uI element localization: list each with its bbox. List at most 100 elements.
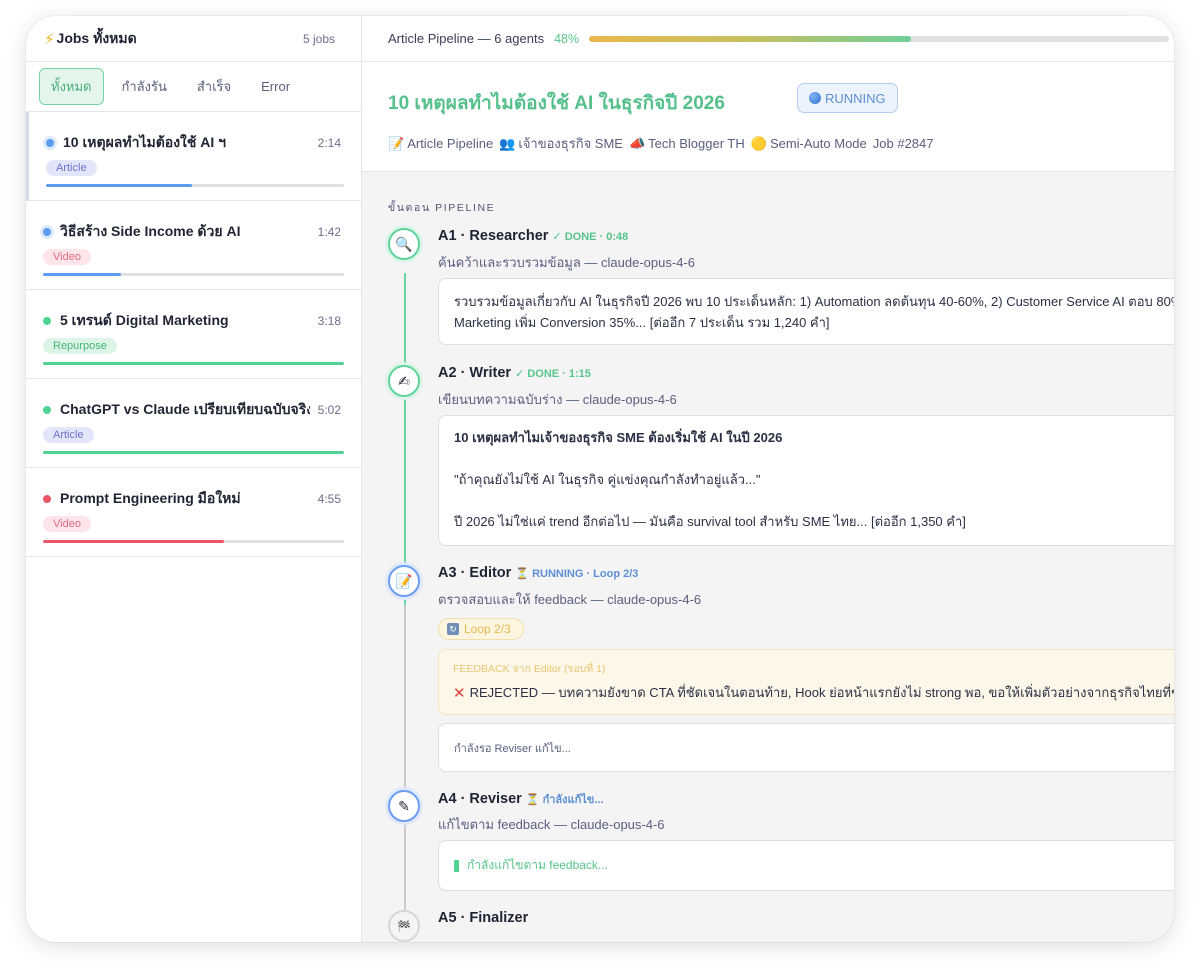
- job-item[interactable]: Prompt Engineering มือใหม่ 4:55 Video: [26, 468, 361, 557]
- waiting-card: กำลังรอ Reviser แก้ไข...: [438, 723, 1174, 772]
- job-item[interactable]: 10 เหตุผลทำไมต้องใช้ AI ฯ 2:14 Article: [26, 112, 361, 201]
- filter-tab-all[interactable]: ทั้งหมด: [39, 68, 104, 105]
- pipeline-topbar: Article Pipeline — 6 agents 48%: [362, 16, 1174, 62]
- job-progress-fill: [43, 273, 122, 276]
- step-description: ตรวจสอบและให้ feedback — claude-opus-4-6: [438, 592, 702, 607]
- job-progress: [43, 362, 344, 365]
- filter-tab-running[interactable]: กำลังรัน: [110, 68, 179, 105]
- step-status: ⏳ RUNNING · Loop 2/3: [515, 568, 639, 580]
- step-description: เขียนบทความฉบับร่าง — claude-opus-4-6: [438, 392, 677, 407]
- checkered-flag-icon: 🏁: [388, 910, 420, 942]
- pipeline-progress: [589, 35, 1170, 42]
- output-line: รวบรวมข้อมูลเกี่ยวกับ AI ในธุรกิจปี 2026…: [454, 294, 1174, 309]
- draft-body: ปี 2026 ไม่ใช่แค่ trend อีกต่อไป — มันคื…: [454, 514, 966, 529]
- timeline-line-done: [404, 273, 406, 605]
- pencil-icon: ✎: [388, 790, 420, 822]
- pipeline-progress-fill: [589, 35, 912, 42]
- megaphone-icon: 📣: [628, 135, 646, 151]
- sidebar-header: ⚡ Jobs ทั้งหมด 5 jobs: [26, 16, 361, 62]
- editing-icon: 📝: [388, 565, 420, 597]
- lightning-icon: ⚡: [44, 30, 55, 48]
- job-type-badge: Video: [43, 516, 91, 532]
- step-description: แก้ไขตาม feedback — claude-opus-4-6: [438, 817, 665, 832]
- memo-icon: 📝: [388, 135, 405, 151]
- job-time: 2:14: [317, 136, 341, 150]
- pipeline-name: Article Pipeline — 6 agents: [388, 31, 545, 46]
- running-dot-icon: [809, 92, 821, 104]
- job-time: 5:02: [317, 403, 341, 417]
- status-text: RUNNING: [825, 90, 886, 106]
- job-heading: 10 เหตุผลทำไมต้องใช้ AI ในธุรกิจปี 2026: [388, 93, 725, 114]
- job-header: 10 เหตุผลทำไมต้องใช้ AI ในธุรกิจปี 2026 …: [362, 62, 1174, 172]
- job-title: Prompt Engineering มือใหม่: [60, 490, 241, 506]
- feedback-card: FEEDBACK จาก Editor (รอบที่ 1) ✕ REJECTE…: [438, 649, 1174, 715]
- step-output-card: รวบรวมข้อมูลเกี่ยวกับ AI ในธุรกิจปี 2026…: [438, 278, 1174, 345]
- writing-hand-icon: ✍: [388, 365, 420, 397]
- job-title: 10 เหตุผลทำไมต้องใช้ AI ฯ: [63, 134, 227, 150]
- job-progress-fill: [43, 540, 224, 543]
- job-type-badge: Article: [46, 160, 97, 176]
- running-status-dot: [46, 139, 54, 147]
- jobs-sidebar: ⚡ Jobs ทั้งหมด 5 jobs ทั้งหมด กำลังรัน ส…: [26, 16, 362, 942]
- step-name: A3 · Editor: [438, 565, 512, 581]
- draft-hook: "ถ้าคุณยังไม่ใช้ AI ในธุรกิจ คู่แข่งคุณก…: [454, 472, 761, 487]
- timeline-line-pending: [404, 605, 406, 935]
- meta-pipeline-text: Article Pipeline: [407, 136, 494, 151]
- people-icon: 👥: [499, 135, 516, 151]
- sidebar-title: ⚡ Jobs ทั้งหมด: [44, 28, 137, 50]
- step-name: A2 · Writer: [438, 365, 512, 381]
- job-type-badge: Article: [43, 427, 94, 443]
- cursor-icon: [454, 859, 459, 872]
- app-window: ⚡ Jobs ทั้งหมด 5 jobs ทั้งหมด กำลังรัน ส…: [26, 16, 1174, 942]
- feedback-text: REJECTED — บทความยังขาด CTA ที่ชัดเจนในต…: [469, 685, 1174, 700]
- job-progress: [43, 540, 344, 543]
- step-description: ค้นคว้าและรวบรวมข้อมูล — claude-opus-4-6: [438, 255, 695, 270]
- job-progress-fill: [43, 451, 344, 454]
- job-time: 4:55: [317, 492, 341, 506]
- magnifier-icon: 🔍: [388, 228, 420, 260]
- draft-output-card: 10 เหตุผลทำไมเจ้าของธุรกิจ SME ต้องเริ่ม…: [438, 415, 1174, 546]
- meta-persona-text: Tech Blogger TH: [648, 136, 745, 151]
- step-status: ✓ DONE · 0:48: [552, 231, 629, 243]
- refresh-icon: ↻: [447, 623, 459, 635]
- job-progress-fill: [43, 362, 344, 365]
- sidebar-title-text: Jobs ทั้งหมด: [56, 29, 137, 46]
- working-text: กำลังแก้ไขตาม feedback...: [467, 858, 608, 872]
- loop-label: Loop 2/3: [464, 622, 511, 636]
- job-item[interactable]: 5 เทรนด์ Digital Marketing 3:18 Repurpos…: [26, 290, 361, 379]
- output-line: Marketing เพิ่ม Conversion 35%... [ต่ออี…: [454, 315, 830, 330]
- meta-persona: 📣 Tech Blogger TH: [629, 133, 745, 154]
- step-name: A5 · Finalizer: [438, 910, 529, 926]
- job-title: 5 เทรนด์ Digital Marketing: [60, 312, 229, 328]
- step-name: A4 · Reviser: [438, 791, 522, 807]
- error-status-dot: [43, 495, 51, 503]
- meta-mode-text: Semi-Auto Mode: [769, 136, 867, 151]
- job-progress: [43, 451, 344, 454]
- meta-pipeline: 📝 Article Pipeline: [388, 133, 493, 154]
- waiting-text: กำลังรอ Reviser แก้ไข...: [454, 743, 571, 755]
- job-item[interactable]: ChatGPT vs Claude เปรียบเทียบฉบับจริง 5:…: [26, 379, 361, 468]
- filter-tabs: ทั้งหมด กำลังรัน สำเร็จ Error: [26, 62, 361, 112]
- step-status: ⏳ กำลังแก้ไข...: [525, 794, 604, 806]
- job-meta: 📝 Article Pipeline 👥 เจ้าของธุรกิจ SME 📣 Te…: [388, 133, 934, 154]
- done-status-dot: [43, 317, 51, 325]
- job-title: วิธีสร้าง Side Income ด้วย AI: [60, 223, 241, 239]
- job-progress: [43, 273, 344, 276]
- filter-tab-error[interactable]: Error: [249, 71, 302, 102]
- working-card: กำลังแก้ไขตาม feedback...: [438, 840, 1174, 891]
- feedback-label: FEEDBACK จาก Editor (รอบที่ 1): [453, 663, 606, 675]
- meta-audience: 👥 เจ้าของธุรกิจ SME: [499, 133, 623, 154]
- loop-badge: ↻ Loop 2/3: [438, 618, 524, 640]
- job-title: ChatGPT vs Claude เปรียบเทียบฉบับจริง: [60, 401, 310, 417]
- pipeline-percent: 48%: [554, 31, 580, 46]
- job-time: 1:42: [317, 225, 341, 239]
- done-status-dot: [43, 406, 51, 414]
- step-name: A1 · Researcher: [438, 228, 549, 244]
- step-status: ✓ DONE · 1:15: [515, 368, 591, 380]
- pipeline-section-label: ขั้นตอน PIPELINE: [388, 202, 496, 214]
- job-type-badge: Repurpose: [43, 338, 117, 354]
- job-time: 3:18: [317, 314, 341, 328]
- yellow-circle-icon: 🟡: [750, 135, 767, 151]
- job-item[interactable]: วิธีสร้าง Side Income ด้วย AI 1:42 Video: [26, 201, 361, 290]
- filter-tab-success[interactable]: สำเร็จ: [185, 68, 243, 105]
